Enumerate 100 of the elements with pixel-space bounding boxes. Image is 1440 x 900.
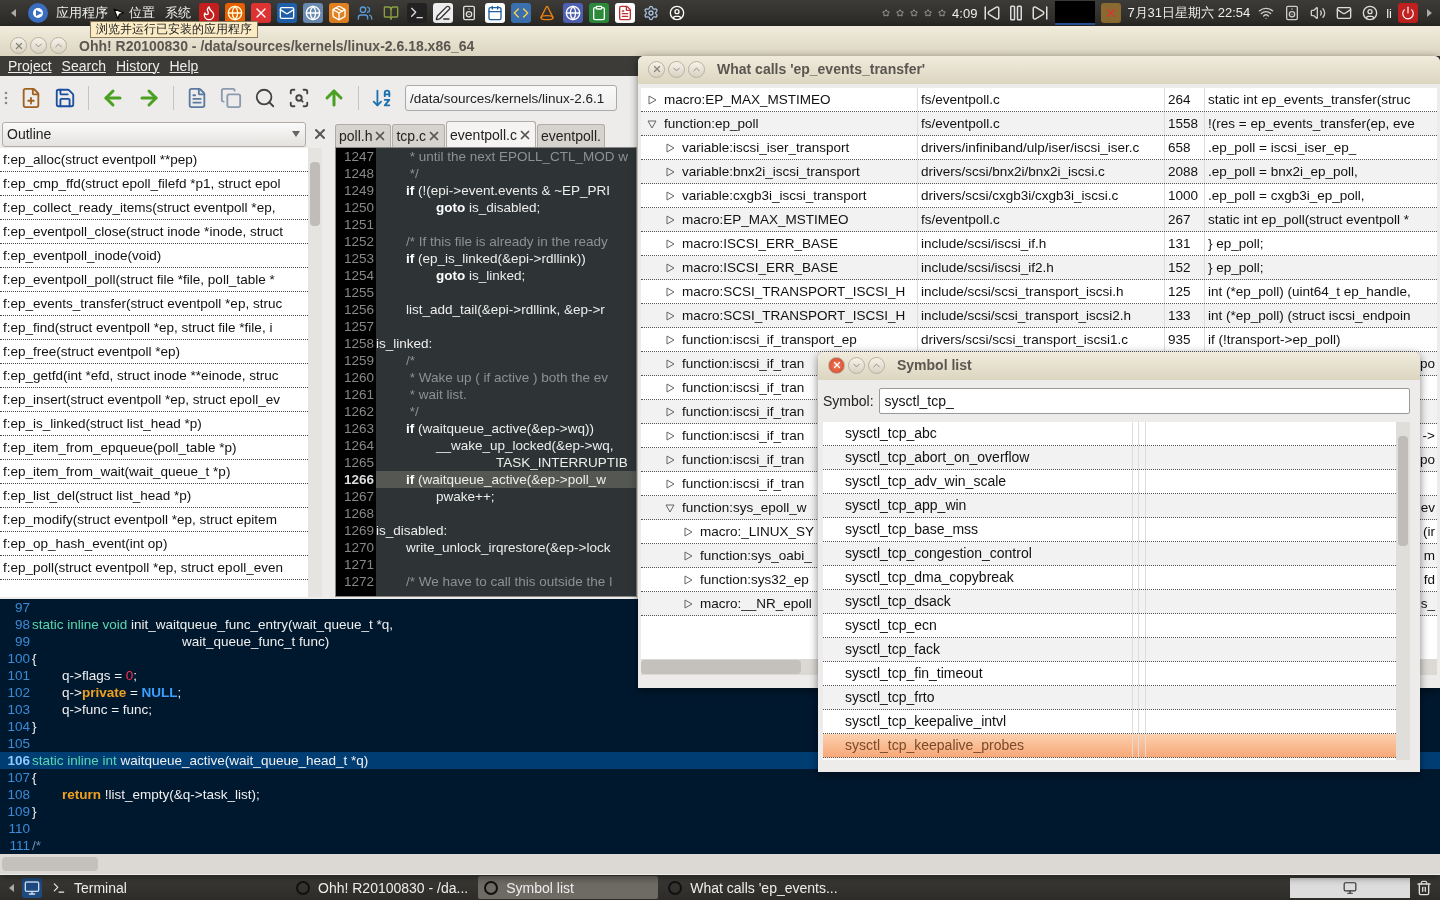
symbol-row[interactable]: sysctl_tcp_congestion_control [823, 542, 1396, 566]
symbol-row[interactable]: sysctl_tcp_fack [823, 638, 1396, 662]
pen-icon[interactable] [433, 3, 453, 23]
collapsed-arrow-icon[interactable] [665, 166, 675, 177]
symbol-name[interactable]: function:sys_oabi_ [700, 544, 812, 567]
scrollbar[interactable] [1396, 422, 1410, 760]
globe-icon[interactable] [303, 3, 323, 23]
close-button[interactable] [648, 60, 665, 78]
symbol-row[interactable]: sysctl_tcp_adv_win_scale [823, 470, 1396, 494]
file-tab[interactable]: tcp.c [392, 124, 446, 147]
system-monitor-graph[interactable] [1055, 1, 1096, 25]
flame-icon[interactable] [199, 3, 219, 23]
document-icon[interactable] [186, 87, 208, 109]
collapsed-arrow-icon[interactable] [665, 478, 675, 489]
close-button[interactable] [828, 356, 845, 374]
collapsed-arrow-icon[interactable] [665, 262, 675, 273]
symbol-name[interactable]: macro:EP_MAX_MSTIMEO [664, 88, 831, 111]
collapsed-arrow-icon[interactable] [683, 598, 693, 609]
symbol-name[interactable]: macro:EP_MAX_MSTIMEO [682, 208, 849, 231]
horizontal-scrollbar[interactable] [0, 854, 1440, 874]
symbol-name[interactable]: macro:ISCSI_ERR_BASE [682, 256, 839, 279]
collapsed-arrow-icon[interactable] [665, 358, 675, 369]
symbol-name[interactable]: function:iscsi_if_tran [682, 472, 805, 495]
clock[interactable]: 7月31日星期六 22:54 [1127, 4, 1251, 22]
collapsed-arrow-icon[interactable] [665, 406, 675, 417]
power-icon[interactable] [1398, 3, 1418, 23]
terminal-icon[interactable] [407, 3, 427, 23]
collapsed-arrow-icon[interactable] [665, 334, 675, 345]
taskbar-item[interactable]: Symbol list [478, 876, 659, 899]
panel-menu[interactable]: 系统 [163, 4, 193, 22]
symbol-row[interactable]: sysctl_tcp_ecn [823, 614, 1396, 638]
symbol-row[interactable]: sysctl_tcp_base_mss [823, 518, 1396, 542]
people-icon[interactable] [355, 3, 375, 23]
symbol-name[interactable]: function:iscsi_if_transport_ep [682, 328, 857, 351]
symbol-name[interactable]: variable:iscsi_iser_transport [682, 136, 850, 159]
taskbar-item[interactable]: Ohh! R20100830 - /da... [290, 876, 475, 899]
logo-icon[interactable] [28, 3, 48, 23]
symbol-row[interactable]: sysctl_tcp_abort_on_overflow [823, 446, 1396, 470]
symbol-name[interactable]: variable:bnx2i_iscsi_transport [682, 160, 860, 183]
scrollbar-thumb[interactable] [641, 660, 801, 674]
symbol-name[interactable]: variable:cxgb3i_iscsi_transport [682, 184, 867, 207]
next-button[interactable] [1031, 4, 1050, 22]
collapsed-arrow-icon[interactable] [665, 142, 675, 153]
outline-dropdown[interactable]: Outline [2, 121, 306, 147]
symbol-name[interactable]: function:sys32_ep [700, 568, 809, 591]
collapsed-arrow-icon[interactable] [665, 238, 675, 249]
gear-icon[interactable] [641, 3, 661, 23]
collapsed-arrow-icon[interactable] [683, 574, 693, 585]
collapsed-arrow-icon[interactable] [683, 526, 693, 537]
scrollbar[interactable] [308, 148, 322, 597]
symbol-name[interactable]: function:sys_epoll_w [682, 496, 807, 519]
path-field[interactable]: /data/sources/kernels/linux-2.6.1 [405, 85, 617, 111]
symbol-row[interactable]: sysctl_tcp_keepalive_intvl [823, 710, 1396, 734]
symbol-row[interactable]: sysctl_tcp_dsack [823, 590, 1396, 614]
cone-icon[interactable] [537, 3, 557, 23]
mail-icon[interactable] [277, 3, 297, 23]
taskbar-item[interactable]: What calls 'ep_events... [662, 876, 844, 899]
collapsed-arrow-icon[interactable] [665, 310, 675, 321]
workspace-switcher[interactable] [1290, 877, 1410, 898]
symbol-row[interactable]: sysctl_tcp_app_win [823, 494, 1396, 518]
desktop-icon[interactable] [22, 877, 42, 898]
symbol-name[interactable]: function:iscsi_if_tran [682, 424, 805, 447]
previous-button[interactable] [983, 4, 1002, 22]
clipboard-icon[interactable] [589, 3, 609, 23]
collapsed-arrow-icon[interactable] [665, 286, 675, 297]
zoom-fit-icon[interactable] [288, 87, 310, 109]
menu-item[interactable]: Project [4, 58, 56, 74]
file-tab[interactable]: eventpoll.c [446, 121, 536, 147]
file-tab[interactable]: poll.h [335, 124, 392, 147]
save-icon[interactable] [54, 87, 76, 109]
menu-item[interactable]: Help [165, 58, 203, 74]
symbol-name[interactable]: function:iscsi_if_tran [682, 352, 805, 375]
symbol-name[interactable]: macro:SCSI_TRANSPORT_ISCSI_H [682, 304, 906, 327]
symbol-name[interactable]: function:iscsi_if_tran [682, 400, 805, 423]
symbol-name[interactable]: macro:_LINUX_SY [700, 520, 815, 543]
sort-icon[interactable] [371, 87, 393, 109]
expanded-arrow-icon[interactable] [665, 502, 675, 513]
symbol-name[interactable]: function:iscsi_if_tran [682, 448, 805, 471]
new-document-icon[interactable] [20, 87, 42, 109]
expanded-arrow-icon[interactable] [647, 118, 657, 129]
symbol-row[interactable]: sysctl_tcp_fin_timeout [823, 662, 1396, 686]
globe-icon[interactable] [563, 3, 583, 23]
symbol-field[interactable]: sysctl_tcp_ [878, 388, 1410, 414]
menu-item[interactable]: Search [57, 58, 110, 74]
collapsed-arrow-icon[interactable] [665, 454, 675, 465]
collapsed-arrow-icon[interactable] [647, 94, 657, 105]
panel-menu[interactable]: 应用程序 [54, 4, 110, 22]
symbol-name[interactable]: macro:ISCSI_ERR_BASE [682, 232, 839, 255]
collapsed-arrow-icon[interactable] [665, 214, 675, 225]
collapsed-arrow-icon[interactable] [665, 190, 675, 201]
close-icon[interactable] [312, 126, 328, 142]
symbol-row[interactable]: sysctl_tcp_frto [823, 686, 1396, 710]
symbol-name[interactable]: function:ep_poll [664, 112, 759, 135]
toolbar-grip-icon[interactable] [4, 90, 8, 106]
rating-stars[interactable] [882, 9, 947, 17]
code-icon[interactable] [511, 3, 531, 23]
globe-icon[interactable] [225, 3, 245, 23]
file-tab[interactable]: eventpoll. [537, 124, 605, 147]
search-icon[interactable] [254, 87, 276, 109]
document-icon[interactable] [615, 3, 635, 23]
